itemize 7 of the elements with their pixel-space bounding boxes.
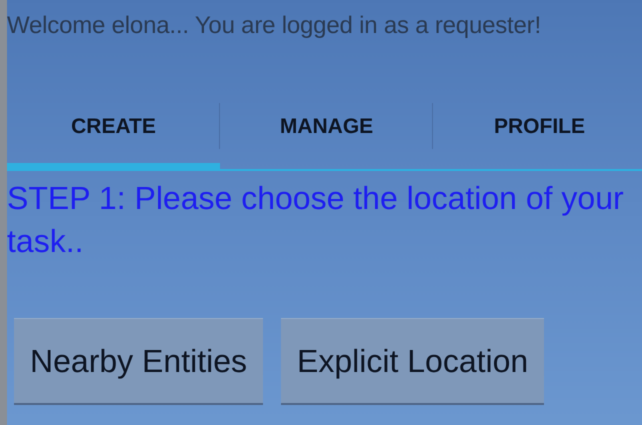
- tab[interactable]: CREATE: [7, 85, 220, 169]
- location-button[interactable]: Nearby Entities: [14, 318, 263, 403]
- tab[interactable]: MANAGE: [220, 85, 433, 169]
- welcome-text: Welcome elona... You are logged in as a requester!: [7, 11, 542, 41]
- location-button[interactable]: Explicit Location: [280, 318, 544, 403]
- step-instruction: STEP 1: Please choose the location of your task..: [7, 179, 625, 261]
- tab[interactable]: PROFILE: [433, 85, 642, 169]
